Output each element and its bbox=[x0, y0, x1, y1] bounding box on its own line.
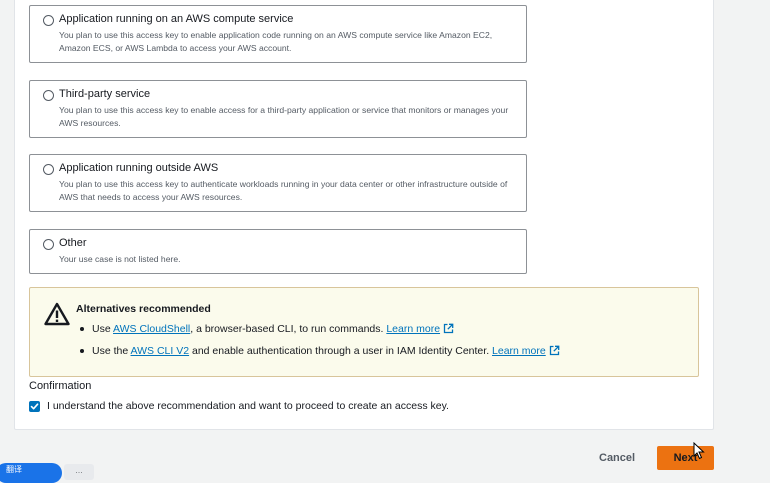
next-button[interactable]: Next bbox=[657, 446, 714, 470]
option-title: Application running on an AWS compute se… bbox=[59, 13, 294, 25]
alternatives-list: Use AWS CloudShell, a browser-based CLI,… bbox=[78, 322, 560, 365]
radio-button[interactable] bbox=[43, 90, 54, 101]
alternative-item: Use the AWS CLI V2 and enable authentica… bbox=[78, 344, 560, 358]
alternative-text: and enable authentication through a user… bbox=[189, 344, 493, 357]
option-description: You plan to use this access key to authe… bbox=[59, 179, 508, 202]
overlay-chip[interactable]: … bbox=[64, 464, 94, 480]
option-aws-compute-service[interactable]: Application running on an AWS compute se… bbox=[29, 5, 527, 63]
option-title: Other bbox=[59, 237, 87, 249]
option-description: Your use case is not listed here. bbox=[59, 254, 181, 264]
alternative-prefix: Use bbox=[92, 323, 114, 335]
option-title: Application running outside AWS bbox=[59, 162, 219, 174]
translate-pill-button[interactable]: 翻译 bbox=[0, 463, 62, 483]
external-link-icon[interactable] bbox=[549, 345, 560, 356]
aws-cloudshell-link[interactable]: AWS CloudShell bbox=[113, 323, 190, 335]
option-outside-aws[interactable]: Application running outside AWS You plan… bbox=[29, 154, 527, 212]
radio-button[interactable] bbox=[43, 164, 54, 175]
alternative-prefix: Use the bbox=[92, 344, 131, 357]
option-third-party-service[interactable]: Third-party service You plan to use this… bbox=[29, 80, 527, 138]
alternatives-recommended-alert: Alternatives recommended Use AWS CloudSh… bbox=[29, 287, 699, 377]
alternative-item: Use AWS CloudShell, a browser-based CLI,… bbox=[78, 322, 560, 336]
option-description: You plan to use this access key to enabl… bbox=[59, 105, 509, 128]
confirmation-checkbox[interactable] bbox=[29, 401, 40, 412]
option-description: You plan to use this access key to enabl… bbox=[59, 30, 493, 53]
external-link-icon[interactable] bbox=[443, 323, 454, 334]
cancel-button[interactable]: Cancel bbox=[599, 452, 635, 464]
alert-title: Alternatives recommended bbox=[76, 303, 211, 315]
confirmation-text: I understand the above recommendation an… bbox=[47, 400, 449, 412]
aws-cli-v2-link[interactable]: AWS CLI V2 bbox=[131, 345, 190, 357]
option-other[interactable]: Other Your use case is not listed here. bbox=[29, 229, 527, 274]
alternative-text: , a browser-based CLI, to run commands. bbox=[190, 323, 387, 335]
confirmation-label: Confirmation bbox=[29, 380, 92, 392]
radio-button[interactable] bbox=[43, 239, 54, 250]
learn-more-link[interactable]: Learn more bbox=[386, 323, 440, 335]
mouse-cursor-icon bbox=[693, 442, 705, 460]
option-title: Third-party service bbox=[59, 88, 151, 100]
checkmark-icon bbox=[30, 403, 39, 410]
radio-button[interactable] bbox=[43, 15, 54, 26]
warning-icon bbox=[44, 302, 70, 326]
learn-more-link[interactable]: Learn more bbox=[492, 345, 546, 357]
